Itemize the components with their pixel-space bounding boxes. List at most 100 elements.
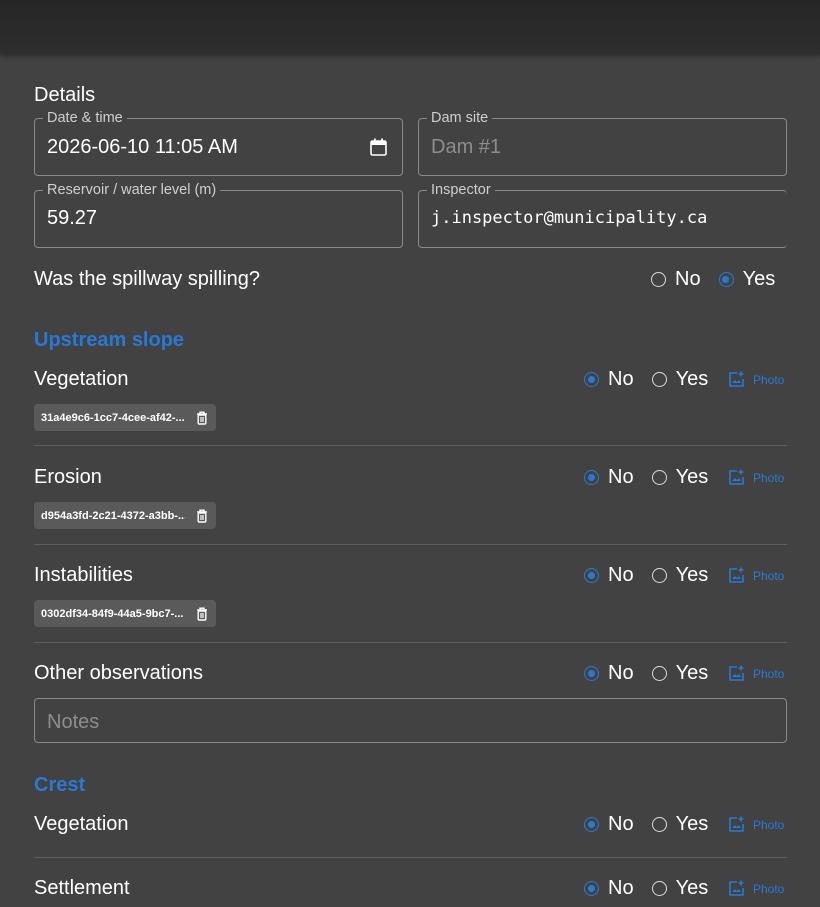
- attachment-chip: 0302df34-84f9-44a5-9bc7-...: [34, 600, 216, 627]
- attachment-chip: d954a3fd-2c21-4372-a3bb-...: [34, 502, 216, 529]
- upstream-other-yes-radio[interactable]: Yes: [651, 662, 709, 685]
- crest-vegetation-radio-group: No Yes: [584, 813, 708, 836]
- spillway-no-radio[interactable]: No: [651, 268, 701, 291]
- crest-vegetation-no-radio[interactable]: No: [584, 813, 634, 836]
- attachment-chip: 31a4e9c6-1cc7-4cee-af42-...: [34, 404, 216, 431]
- upstream-erosion-radio-group: No Yes: [584, 466, 708, 489]
- radio-label: Yes: [675, 466, 709, 488]
- upstream-other-radio-group: No Yes: [584, 662, 708, 685]
- radio-label: No: [608, 662, 634, 684]
- notes-input[interactable]: Notes: [34, 698, 787, 743]
- trash-icon[interactable]: [196, 509, 208, 523]
- water-level-label: Reservoir / water level (m): [43, 181, 221, 199]
- date-time-value: 2026-06-10 11:05 AM: [47, 136, 238, 158]
- radio-label: Yes: [675, 564, 709, 586]
- radio-label: No: [608, 877, 634, 899]
- attachment-filename: 0302df34-84f9-44a5-9bc7-...: [41, 607, 184, 620]
- crest-settlement-no-radio[interactable]: No: [584, 877, 634, 900]
- crest-vegetation-photo-button[interactable]: Photo: [728, 816, 784, 833]
- photo-label: Photo: [753, 470, 785, 485]
- divider: [34, 642, 787, 643]
- inspector-label: Inspector: [427, 181, 495, 199]
- app-top-bar: [0, 0, 820, 54]
- water-level-field[interactable]: Reservoir / water level (m) 59.27: [34, 181, 403, 248]
- dam-site-label: Dam site: [427, 109, 493, 127]
- add-photo-icon: [729, 665, 744, 681]
- radio-checked-icon: [718, 272, 734, 287]
- photo-label: Photo: [753, 568, 785, 583]
- crest-settlement-label: Settlement: [34, 877, 130, 899]
- radio-checked-icon: [584, 470, 599, 485]
- spillway-question: Was the spillway spilling?: [34, 268, 261, 290]
- photo-label: Photo: [753, 881, 785, 896]
- upstream-instabilities-label: Instabilities: [34, 564, 133, 586]
- dam-site-field[interactable]: Dam site Dam #1: [418, 109, 787, 176]
- radio-checked-icon: [584, 372, 599, 387]
- add-photo-icon: [729, 816, 744, 832]
- upstream-instabilities-no-radio[interactable]: No: [584, 564, 634, 587]
- radio-unchecked-icon: [651, 666, 667, 681]
- upstream-vegetation-photo-button[interactable]: Photo: [728, 371, 784, 388]
- upstream-erosion-no-radio[interactable]: No: [584, 466, 634, 489]
- calendar-icon[interactable]: [370, 138, 387, 156]
- radio-unchecked-icon: [651, 372, 667, 387]
- upstream-erosion-photo-button[interactable]: Photo: [728, 469, 784, 486]
- water-level-value: 59.27: [47, 207, 98, 229]
- upstream-erosion-yes-radio[interactable]: Yes: [651, 466, 709, 489]
- add-photo-icon: [729, 371, 744, 387]
- attachment-filename: d954a3fd-2c21-4372-a3bb-...: [41, 509, 185, 522]
- upstream-vegetation-label: Vegetation: [34, 368, 129, 390]
- radio-checked-icon: [584, 817, 599, 832]
- inspector-field[interactable]: Inspector j.inspector@municipality.ca: [418, 181, 787, 248]
- radio-checked-icon: [584, 666, 599, 681]
- date-time-label: Date & time: [43, 109, 127, 127]
- radio-label: No: [608, 368, 634, 390]
- upstream-instabilities-photo-button[interactable]: Photo: [728, 567, 784, 584]
- photo-label: Photo: [753, 666, 785, 681]
- details-heading: Details: [34, 84, 96, 106]
- radio-label: Yes: [675, 368, 709, 390]
- radio-label: Yes: [675, 813, 709, 835]
- crest-heading: Crest: [34, 774, 86, 796]
- radio-unchecked-icon: [651, 568, 667, 583]
- crest-settlement-yes-radio[interactable]: Yes: [651, 877, 709, 900]
- divider: [34, 445, 787, 446]
- spillway-radio-group: No Yes: [651, 268, 775, 291]
- divider: [34, 857, 787, 858]
- crest-settlement-photo-button[interactable]: Photo: [728, 880, 784, 897]
- upstream-instabilities-yes-radio[interactable]: Yes: [651, 564, 709, 587]
- upstream-vegetation-yes-radio[interactable]: Yes: [651, 368, 709, 391]
- trash-icon[interactable]: [196, 607, 208, 621]
- upstream-other-photo-button[interactable]: Photo: [728, 665, 784, 682]
- crest-vegetation-yes-radio[interactable]: Yes: [651, 813, 709, 836]
- upstream-erosion-label: Erosion: [34, 466, 102, 488]
- notes-placeholder: Notes: [47, 711, 100, 733]
- add-photo-icon: [729, 880, 744, 896]
- upstream-instabilities-radio-group: No Yes: [584, 564, 708, 587]
- crest-vegetation-label: Vegetation: [34, 813, 129, 835]
- radio-unchecked-icon: [651, 881, 667, 896]
- radio-checked-icon: [584, 568, 599, 583]
- radio-unchecked-icon: [651, 470, 667, 485]
- photo-label: Photo: [753, 372, 785, 387]
- upstream-other-no-radio[interactable]: No: [584, 662, 634, 685]
- upstream-slope-heading: Upstream slope: [34, 329, 185, 351]
- radio-label: No: [675, 268, 701, 290]
- divider: [34, 544, 787, 545]
- radio-label: Yes: [675, 662, 709, 684]
- dam-site-placeholder: Dam #1: [431, 136, 502, 158]
- radio-label: Yes: [742, 268, 776, 290]
- attachment-filename: 31a4e9c6-1cc7-4cee-af42-...: [41, 411, 185, 424]
- trash-icon[interactable]: [196, 411, 208, 425]
- date-time-field[interactable]: Date & time 2026-06-10 11:05 AM: [34, 109, 403, 176]
- spillway-yes-radio[interactable]: Yes: [718, 268, 776, 291]
- upstream-vegetation-no-radio[interactable]: No: [584, 368, 634, 391]
- radio-label: Yes: [675, 877, 709, 899]
- add-photo-icon: [729, 469, 744, 485]
- upstream-vegetation-radio-group: No Yes: [584, 368, 708, 391]
- crest-settlement-radio-group: No Yes: [584, 877, 708, 900]
- add-photo-icon: [729, 567, 744, 583]
- radio-label: No: [608, 564, 634, 586]
- radio-unchecked-icon: [651, 817, 667, 832]
- radio-unchecked-icon: [651, 272, 666, 287]
